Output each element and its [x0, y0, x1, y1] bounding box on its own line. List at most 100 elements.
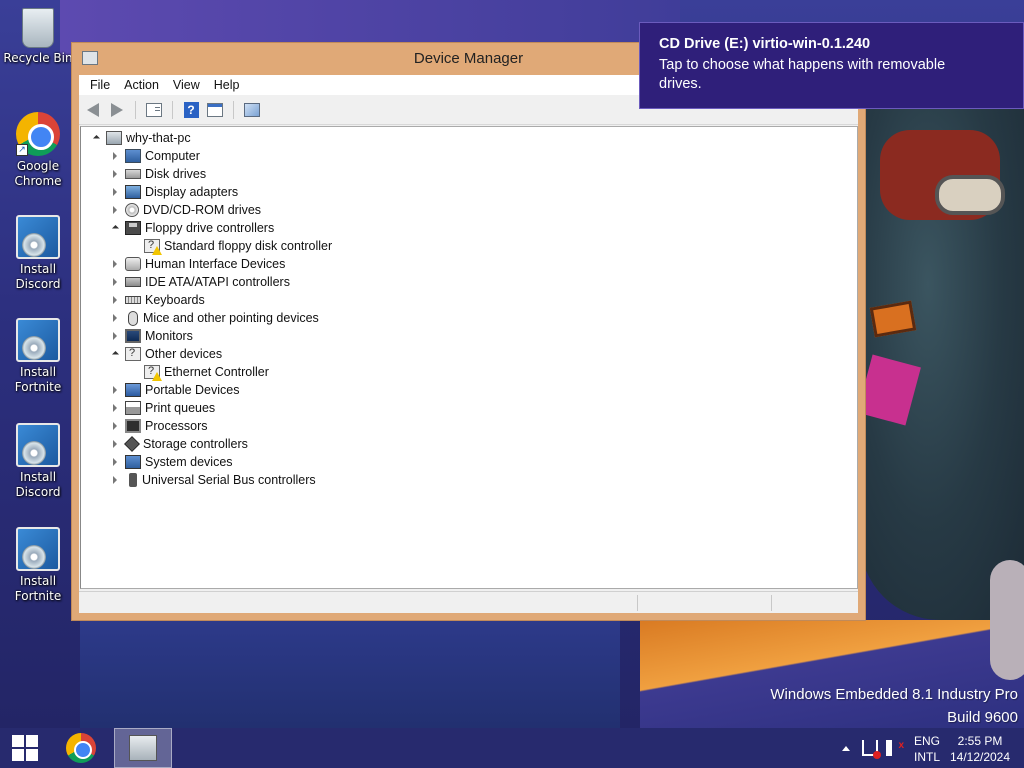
- show-hide-tree-button[interactable]: [144, 100, 164, 120]
- device-tree-pane[interactable]: why-that-pc Computer Disk drives Display a…: [80, 126, 858, 589]
- notification-title: CD Drive (E:) virtio-win-0.1.240: [659, 36, 871, 52]
- clock[interactable]: 2:55 PM 14/12/2024: [948, 733, 1012, 765]
- network-icon[interactable]: [862, 740, 881, 759]
- tree-category[interactable]: Portable Devices: [89, 381, 332, 399]
- expand-toggle[interactable]: [108, 147, 122, 165]
- tree-category[interactable]: Processors: [89, 417, 332, 435]
- taskbar-device-manager[interactable]: [114, 728, 172, 768]
- status-divider: [637, 595, 638, 611]
- tree-category[interactable]: DVD/CD-ROM drives: [89, 201, 332, 219]
- tree-category[interactable]: Monitors: [89, 327, 332, 345]
- menu-file[interactable]: File: [83, 78, 117, 92]
- menu-view[interactable]: View: [166, 78, 207, 92]
- tree-category-label: Universal Serial Bus controllers: [142, 473, 316, 487]
- expand-toggle[interactable]: [108, 183, 122, 201]
- desktop-icon-install-fortnite[interactable]: Install Fortnite: [0, 527, 76, 604]
- expand-toggle[interactable]: [108, 165, 122, 183]
- device-manager-window: Device Manager File Action View Help ? w…: [71, 42, 866, 621]
- collapse-toggle[interactable]: [108, 345, 122, 363]
- volume-muted-icon[interactable]: [886, 740, 904, 756]
- tree-category[interactable]: Storage controllers: [89, 435, 332, 453]
- tree-category[interactable]: System devices: [89, 453, 332, 471]
- taskbar-chrome[interactable]: [52, 728, 110, 768]
- tree-device-label: Ethernet Controller: [164, 365, 269, 379]
- device-tree: why-that-pc Computer Disk drives Display a…: [89, 129, 332, 489]
- tree-category[interactable]: Other devices: [89, 345, 332, 363]
- desktop-icon-label: Install Discord: [15, 470, 61, 499]
- tree-category-label: Other devices: [145, 347, 223, 361]
- other-devices-icon: [125, 347, 141, 361]
- language-code: ENG: [914, 734, 941, 748]
- tree-category-label: IDE ATA/ATAPI controllers: [145, 275, 290, 289]
- menu-help[interactable]: Help: [207, 78, 247, 92]
- expand-toggle[interactable]: [108, 453, 122, 471]
- floppy-controller-icon: [125, 221, 141, 235]
- expand-toggle[interactable]: [108, 381, 122, 399]
- expand-toggle[interactable]: [89, 129, 103, 147]
- desktop-icon-recycle-bin[interactable]: Recycle Bin: [0, 8, 76, 66]
- input-language[interactable]: ENG INTL: [914, 733, 940, 765]
- toolbar-separator: [172, 100, 173, 119]
- taskbar: ENG INTL 2:55 PM 14/12/2024: [0, 728, 1024, 768]
- desktop-icon-install-discord[interactable]: Install Discord: [0, 215, 76, 292]
- collapse-toggle[interactable]: [108, 219, 122, 237]
- help-button[interactable]: ?: [181, 100, 201, 120]
- tree-category[interactable]: Computer: [89, 147, 332, 165]
- expand-toggle[interactable]: [108, 309, 122, 327]
- wallpaper-shape: [990, 560, 1024, 680]
- tree-category-label: Processors: [145, 419, 208, 433]
- shortcut-arrow-icon: ↗: [16, 144, 28, 156]
- tree-category[interactable]: IDE ATA/ATAPI controllers: [89, 273, 332, 291]
- tree-category-label: System devices: [145, 455, 233, 469]
- tree-category[interactable]: Disk drives: [89, 165, 332, 183]
- expand-toggle[interactable]: [108, 327, 122, 345]
- tree-category[interactable]: Display adapters: [89, 183, 332, 201]
- forward-icon: [111, 102, 123, 117]
- tree-category[interactable]: Universal Serial Bus controllers: [89, 471, 332, 489]
- ide-controller-icon: [125, 277, 141, 287]
- expand-toggle[interactable]: [108, 291, 122, 309]
- tree-device-label: Standard floppy disk controller: [164, 239, 333, 253]
- desktop-icon-install-discord[interactable]: Install Discord: [0, 423, 76, 500]
- tree-category[interactable]: Mice and other pointing devices: [89, 309, 332, 327]
- expand-toggle[interactable]: [108, 255, 122, 273]
- back-icon: [87, 102, 99, 117]
- expand-toggle[interactable]: [108, 273, 122, 291]
- start-button[interactable]: [0, 728, 50, 768]
- tree-device[interactable]: Ethernet Controller: [89, 363, 332, 381]
- tree-category[interactable]: Human Interface Devices: [89, 255, 332, 273]
- installer-icon: [16, 527, 60, 571]
- tree-category[interactable]: Print queues: [89, 399, 332, 417]
- show-hide-tree-icon: [146, 102, 162, 117]
- device-manager-icon: [129, 735, 157, 761]
- desktop-icon-chrome[interactable]: ↗ Google Chrome: [0, 112, 76, 189]
- desktop-icon-install-fortnite[interactable]: Install Fortnite: [0, 318, 76, 395]
- tree-category[interactable]: Keyboards: [89, 291, 332, 309]
- menu-action[interactable]: Action: [117, 78, 166, 92]
- tree-category-label: DVD/CD-ROM drives: [143, 203, 262, 217]
- autoplay-notification[interactable]: CD Drive (E:) virtio-win-0.1.240 Tap to …: [639, 22, 1024, 109]
- desktop-icon-label: Google Chrome: [14, 159, 62, 188]
- expand-toggle[interactable]: [108, 201, 122, 219]
- properties-button[interactable]: [205, 100, 225, 120]
- tree-category-label: Disk drives: [145, 167, 207, 181]
- expand-toggle[interactable]: [108, 399, 122, 417]
- tree-category-label: Print queues: [145, 401, 216, 415]
- expand-toggle[interactable]: [108, 435, 122, 453]
- tree-category[interactable]: Floppy drive controllers: [89, 219, 332, 237]
- tree-device[interactable]: Standard floppy disk controller: [89, 237, 332, 255]
- tree-category-label: Mice and other pointing devices: [143, 311, 319, 325]
- watermark-edition: Windows Embedded 8.1 Industry Pro: [770, 686, 1018, 703]
- tree-category-label: Storage controllers: [143, 437, 248, 451]
- show-hidden-icons-button[interactable]: [842, 746, 850, 751]
- desktop-icon-label: Recycle Bin: [3, 51, 73, 65]
- desktop-icon-label: Install Fortnite: [14, 365, 62, 394]
- tree-category-label: Display adapters: [145, 185, 239, 199]
- scan-hardware-button[interactable]: [242, 100, 262, 120]
- back-button[interactable]: [83, 100, 103, 120]
- expand-toggle[interactable]: [108, 471, 122, 489]
- expand-toggle[interactable]: [108, 417, 122, 435]
- tree-root[interactable]: why-that-pc: [89, 129, 332, 147]
- forward-button[interactable]: [107, 100, 127, 120]
- clock-date: 14/12/2024: [949, 750, 1011, 764]
